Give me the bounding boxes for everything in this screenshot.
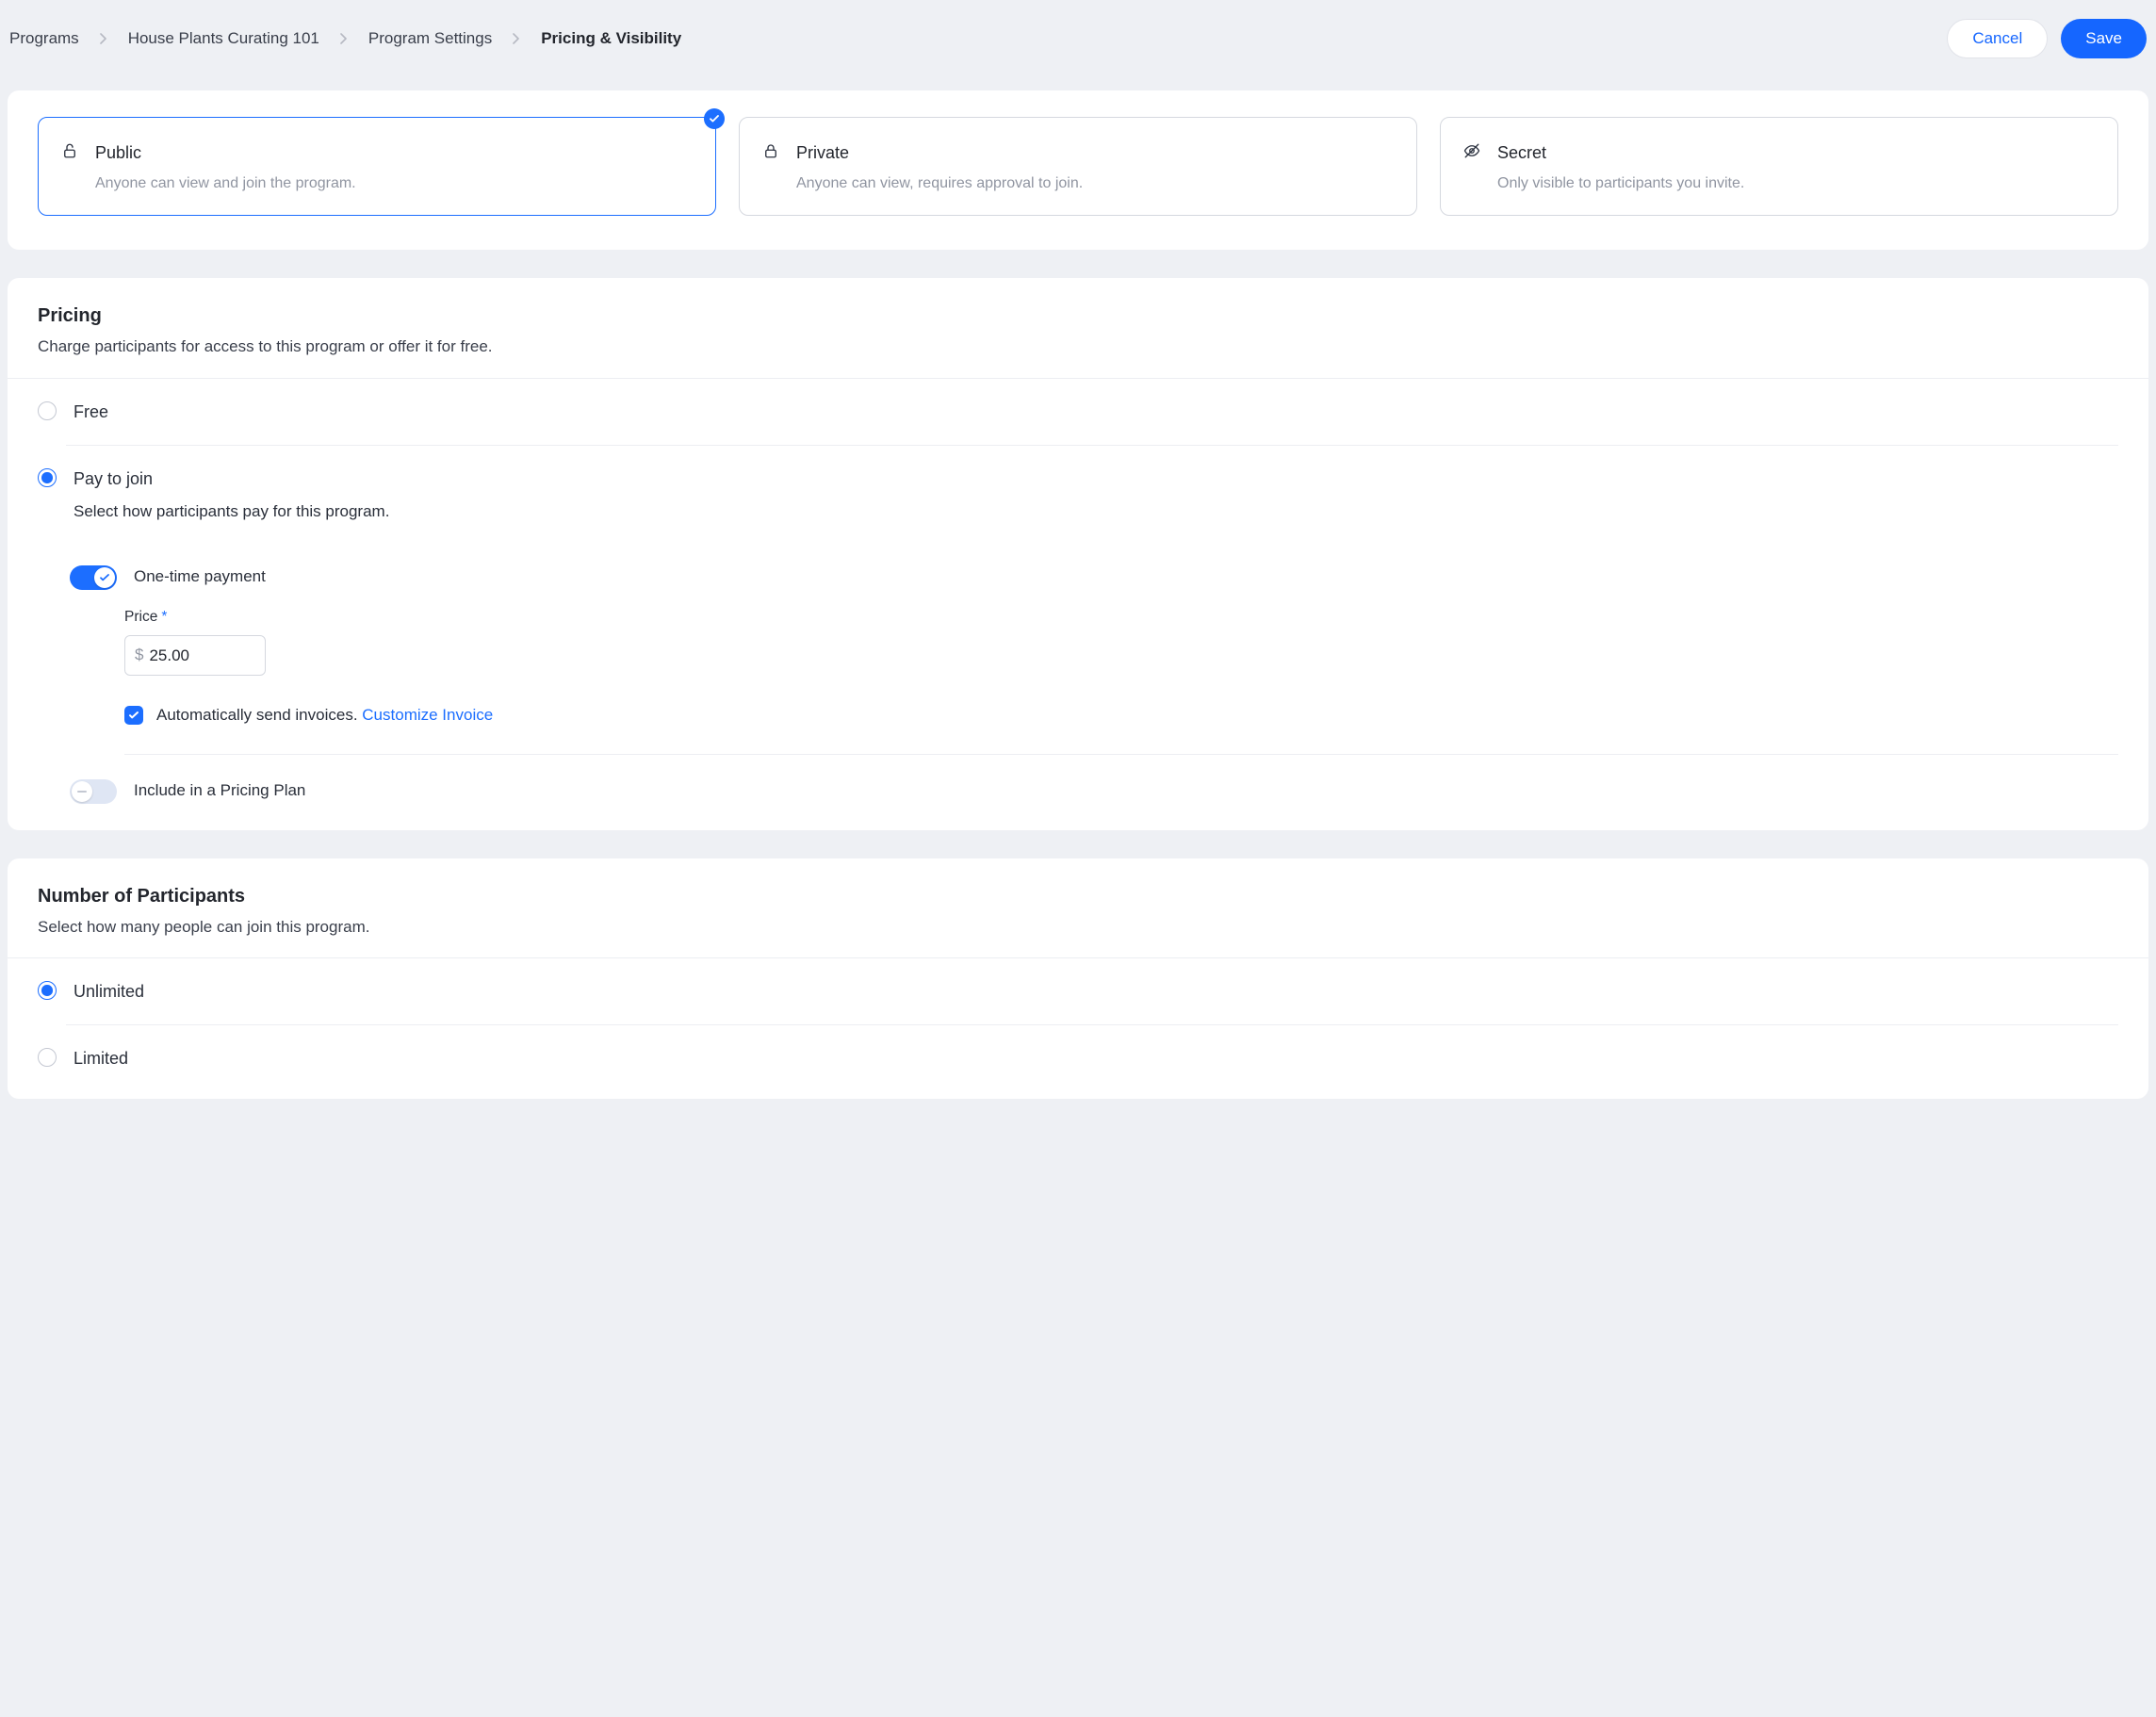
participants-subtitle: Select how many people can join this pro… <box>38 916 2118 940</box>
price-block: Price* $ <box>8 599 2148 676</box>
visibility-desc: Anyone can view, requires approval to jo… <box>796 172 1354 194</box>
pay-label: Pay to join <box>74 466 2118 491</box>
pricing-option-free[interactable]: Free <box>8 379 2148 445</box>
pricing-panel: Pricing Charge participants for access t… <box>8 278 2148 829</box>
visibility-card-secret[interactable]: Secret Only visible to participants you … <box>1440 117 2118 216</box>
radio-unlimited[interactable] <box>38 981 57 1000</box>
visibility-desc: Only visible to participants you invite. <box>1497 172 2055 194</box>
pricing-plan-label: Include in a Pricing Plan <box>134 779 305 803</box>
visibility-title: Public <box>95 140 653 165</box>
header-bar: Programs House Plants Curating 101 Progr… <box>0 0 2156 90</box>
breadcrumb-program-settings[interactable]: Program Settings <box>368 27 492 51</box>
save-button[interactable]: Save <box>2061 19 2147 58</box>
pay-desc: Select how participants pay for this pro… <box>74 500 2118 524</box>
limited-label: Limited <box>74 1046 2118 1071</box>
visibility-title: Secret <box>1497 140 2055 165</box>
currency-symbol: $ <box>135 644 143 667</box>
cancel-button[interactable]: Cancel <box>1947 19 2048 58</box>
invoice-row: Automatically send invoices. Customize I… <box>8 676 2148 754</box>
pricing-plan-row: Include in a Pricing Plan <box>8 755 2148 823</box>
visibility-desc: Anyone can view and join the program. <box>95 172 653 194</box>
radio-free[interactable] <box>38 401 57 420</box>
toggle-one-time-payment[interactable] <box>70 565 117 590</box>
one-time-label: One-time payment <box>134 565 266 589</box>
unlimited-label: Unlimited <box>74 979 2118 1004</box>
breadcrumb-programs[interactable]: Programs <box>9 27 79 51</box>
unlock-icon <box>61 142 80 161</box>
visibility-card-private[interactable]: Private Anyone can view, requires approv… <box>739 117 1417 216</box>
breadcrumb: Programs House Plants Curating 101 Progr… <box>9 27 681 51</box>
pricing-title: Pricing <box>38 303 2118 330</box>
participants-panel: Number of Participants Select how many p… <box>8 858 2148 1100</box>
header-actions: Cancel Save <box>1947 19 2147 58</box>
check-badge-icon <box>704 108 725 129</box>
price-input[interactable] <box>149 646 255 665</box>
chevron-right-icon <box>513 33 520 44</box>
one-time-payment-row: One-time payment <box>8 545 2148 599</box>
chevron-right-icon <box>340 33 348 44</box>
checkbox-auto-invoice[interactable] <box>124 706 143 725</box>
participants-option-limited[interactable]: Limited <box>8 1025 2148 1091</box>
pricing-option-pay[interactable]: Pay to join Select how participants pay … <box>8 446 2148 545</box>
price-field-label: Price* <box>124 607 2118 628</box>
radio-pay[interactable] <box>38 468 57 487</box>
radio-limited[interactable] <box>38 1048 57 1067</box>
customize-invoice-link[interactable]: Customize Invoice <box>362 706 493 724</box>
breadcrumb-program-name[interactable]: House Plants Curating 101 <box>128 27 319 51</box>
pricing-subtitle: Charge participants for access to this p… <box>38 335 2118 359</box>
free-label: Free <box>74 400 2118 424</box>
lock-icon <box>762 142 781 161</box>
invoice-text: Automatically send invoices. Customize I… <box>156 704 493 728</box>
participants-option-unlimited[interactable]: Unlimited <box>8 958 2148 1024</box>
participants-title: Number of Participants <box>38 883 2118 910</box>
toggle-pricing-plan[interactable] <box>70 779 117 804</box>
visibility-card-public[interactable]: Public Anyone can view and join the prog… <box>38 117 716 216</box>
eye-off-icon <box>1463 142 1482 161</box>
breadcrumb-current: Pricing & Visibility <box>541 27 681 51</box>
visibility-panel: Public Anyone can view and join the prog… <box>8 90 2148 250</box>
visibility-title: Private <box>796 140 1354 165</box>
price-input-wrapper[interactable]: $ <box>124 635 266 676</box>
chevron-right-icon <box>100 33 107 44</box>
